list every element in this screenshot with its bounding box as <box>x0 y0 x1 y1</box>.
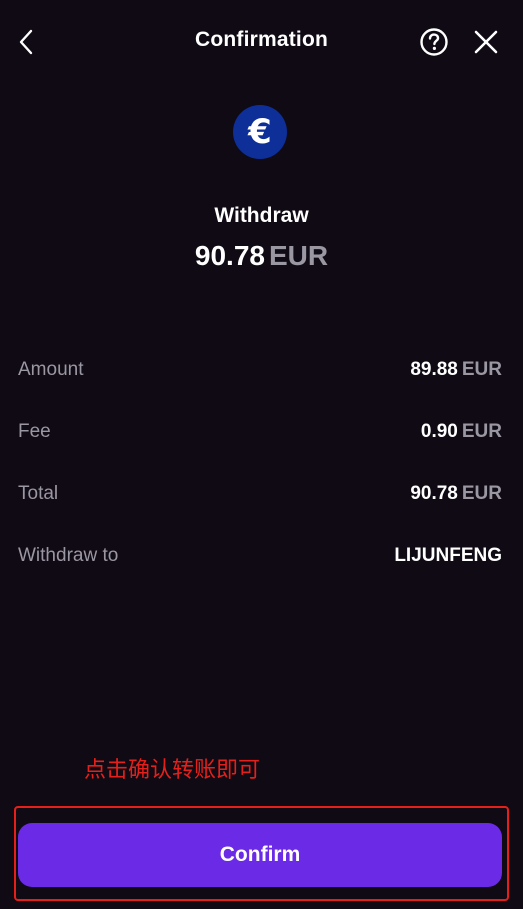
detail-value-unit: EUR <box>461 359 502 380</box>
total-amount-value: 90.78 <box>194 240 265 271</box>
detail-value: 90.78 EUR <box>410 483 502 505</box>
confirm-button[interactable]: Confirm <box>18 823 502 887</box>
transaction-type: Withdraw <box>214 204 309 227</box>
detail-value-unit: EUR <box>461 483 502 504</box>
detail-row-fee: Fee 0.90 EUR <box>18 412 502 474</box>
detail-label: Total <box>18 483 59 504</box>
detail-value: LIJUNFENG <box>394 545 502 567</box>
help-button[interactable] <box>418 26 450 58</box>
euro-glyph: € <box>248 112 272 152</box>
detail-value-recipient: LIJUNFENG <box>394 545 502 566</box>
close-icon <box>474 30 498 54</box>
detail-value: 89.88 EUR <box>410 359 502 381</box>
details-list: Amount 89.88 EUR Fee 0.90 EUR Total 90.78 E… <box>18 350 502 598</box>
total-amount: 90.78 EUR <box>0 240 523 272</box>
annotation-text: 点击确认转账即可 <box>84 758 261 783</box>
detail-value-unit: EUR <box>461 421 502 442</box>
total-amount-unit: EUR <box>268 240 329 271</box>
detail-label: Fee <box>18 421 51 442</box>
detail-value-number: 89.88 <box>410 359 458 380</box>
detail-row-total: Total 90.78 EUR <box>18 474 502 536</box>
question-circle-icon <box>420 28 448 56</box>
detail-value-number: 90.78 <box>410 483 458 504</box>
euro-icon: € <box>233 105 287 159</box>
detail-row-withdraw-to: Withdraw to LIJUNFENG <box>18 536 502 598</box>
close-button[interactable] <box>470 26 502 58</box>
top-bar: Confirmation <box>0 0 523 84</box>
detail-label: Withdraw to <box>18 545 119 566</box>
detail-row-amount: Amount 89.88 EUR <box>18 350 502 412</box>
detail-label: Amount <box>18 359 84 380</box>
detail-value-number: 0.90 <box>420 421 458 442</box>
detail-value: 0.90 EUR <box>421 421 502 443</box>
